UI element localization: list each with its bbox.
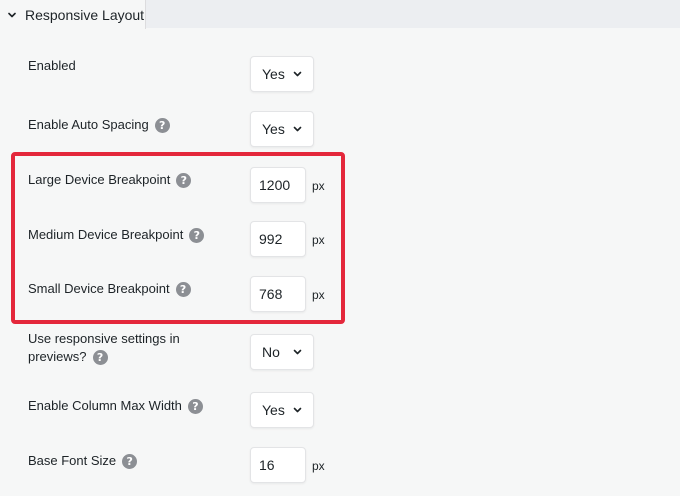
responsive-previews-select[interactable]: No	[250, 334, 314, 370]
medium-breakpoint-unit: px	[312, 233, 325, 247]
base-font-size-unit: px	[312, 459, 325, 473]
question-mark-icon[interactable]: ?	[154, 118, 170, 134]
section-toggle-tab[interactable]: Responsive Layout	[0, 0, 146, 29]
small-breakpoint-label: Small Device Breakpoint?	[28, 280, 191, 298]
chevron-down-icon	[8, 12, 16, 17]
question-mark-icon[interactable]: ?	[92, 350, 108, 366]
base-font-size-input[interactable]: 16	[250, 447, 306, 483]
medium-breakpoint-label: Medium Device Breakpoint?	[28, 226, 205, 244]
large-breakpoint-unit: px	[312, 179, 325, 193]
section-title: Responsive Layout	[25, 6, 145, 23]
large-breakpoint-label: Large Device Breakpoint?	[28, 171, 192, 189]
auto-spacing-select[interactable]: Yes	[250, 111, 314, 147]
column-max-width-select[interactable]: Yes	[250, 392, 314, 428]
question-mark-icon[interactable]: ?	[189, 228, 205, 244]
medium-breakpoint-input[interactable]: 992	[250, 221, 306, 257]
chevron-down-icon	[293, 407, 302, 413]
chevron-down-icon	[293, 126, 302, 132]
small-breakpoint-input[interactable]: 768	[250, 276, 306, 312]
question-mark-icon[interactable]: ?	[176, 173, 192, 189]
chevron-down-icon	[293, 349, 302, 355]
auto-spacing-label: Enable Auto Spacing?	[28, 116, 170, 134]
enabled-label: Enabled	[28, 58, 76, 73]
question-mark-icon[interactable]: ?	[175, 282, 191, 298]
large-breakpoint-input[interactable]: 1200	[250, 167, 306, 203]
base-font-size-label: Base Font Size?	[28, 452, 138, 470]
question-mark-icon[interactable]: ?	[187, 399, 203, 415]
responsive-previews-label: Use responsive settings in previews??	[28, 331, 180, 366]
question-mark-icon[interactable]: ?	[122, 454, 138, 470]
small-breakpoint-unit: px	[312, 288, 325, 302]
column-max-width-label: Enable Column Max Width?	[28, 397, 203, 415]
chevron-down-icon	[293, 71, 302, 77]
enabled-select[interactable]: Yes	[250, 56, 314, 92]
